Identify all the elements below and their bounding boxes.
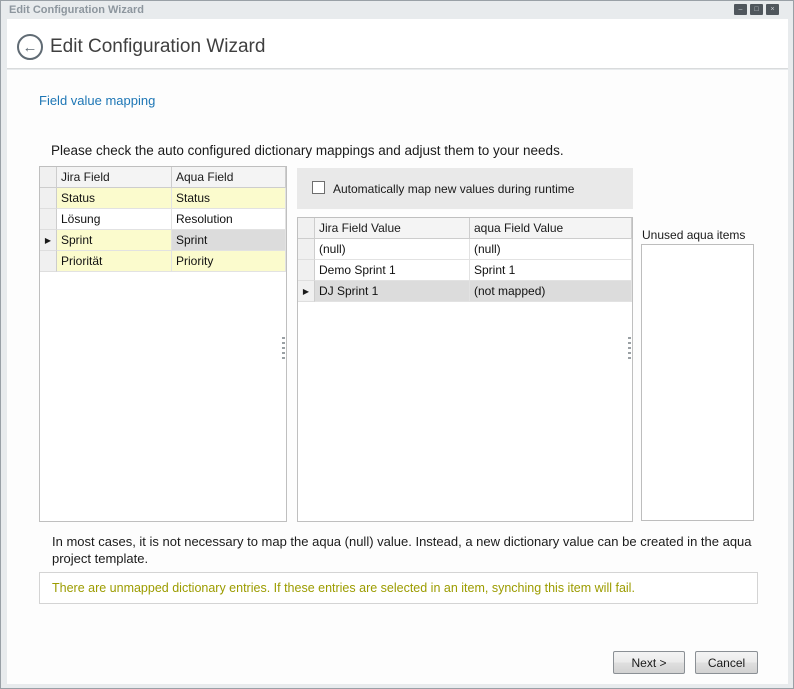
page-title: Edit Configuration Wizard (50, 36, 265, 58)
step-title: Field value mapping (39, 93, 155, 108)
jira-field-cell[interactable]: Lösung (57, 209, 172, 230)
edit-configuration-wizard-window: Edit Configuration Wizard – □ × ← Edit C… (0, 0, 794, 689)
row-selector-current[interactable]: ▶ (298, 281, 315, 302)
current-row-arrow-icon: ▶ (303, 287, 309, 296)
jira-value-cell[interactable]: DJ Sprint 1 (315, 281, 470, 302)
row-selector-current[interactable]: ▶ (40, 230, 57, 251)
warning-text: There are unmapped dictionary entries. I… (52, 581, 635, 595)
window-title: Edit Configuration Wizard (9, 4, 144, 16)
table-row[interactable]: Lösung Resolution (40, 209, 286, 230)
row-selector-header (298, 218, 315, 239)
table-row[interactable]: ▶ DJ Sprint 1 (not mapped) (298, 281, 632, 302)
current-row-arrow-icon: ▶ (45, 236, 51, 245)
column-header-aqua-field-value[interactable]: aqua Field Value (470, 218, 632, 239)
jira-value-cell[interactable]: Demo Sprint 1 (315, 260, 470, 281)
row-selector[interactable] (298, 260, 315, 281)
minimize-icon[interactable]: – (734, 4, 747, 15)
field-mapping-table: Jira Field Aqua Field Status Status Lösu… (39, 166, 287, 522)
table-row[interactable]: Priorität Priority (40, 251, 286, 272)
unused-items-listbox[interactable] (641, 244, 754, 521)
aqua-field-cell[interactable]: Priority (172, 251, 286, 272)
value-table-header-row: Jira Field Value aqua Field Value (298, 218, 632, 239)
table-row[interactable]: (null) (null) (298, 239, 632, 260)
warning-box: There are unmapped dictionary entries. I… (39, 572, 758, 604)
table-row[interactable]: ▶ Sprint Sprint (40, 230, 286, 251)
row-selector[interactable] (298, 239, 315, 260)
column-header-jira-field-value[interactable]: Jira Field Value (315, 218, 470, 239)
note-text: In most cases, it is not necessary to ma… (52, 533, 764, 567)
jira-field-cell[interactable]: Status (57, 188, 172, 209)
aqua-field-cell[interactable]: Status (172, 188, 286, 209)
vertical-scrollbar-thumb[interactable] (282, 337, 285, 361)
table-row[interactable]: Demo Sprint 1 Sprint 1 (298, 260, 632, 281)
auto-map-checkbox[interactable] (312, 181, 325, 194)
window-controls: – □ × (734, 4, 779, 15)
back-arrow-icon: ← (23, 39, 38, 56)
cancel-button[interactable]: Cancel (695, 651, 758, 674)
row-selector[interactable] (40, 209, 57, 230)
aqua-value-cell[interactable]: (not mapped) (470, 281, 632, 302)
aqua-field-cell[interactable]: Resolution (172, 209, 286, 230)
back-button[interactable]: ← (17, 34, 43, 60)
aqua-field-cell[interactable]: Sprint (172, 230, 286, 251)
maximize-icon[interactable]: □ (750, 4, 763, 15)
close-icon[interactable]: × (766, 4, 779, 15)
auto-map-checkbox-label: Automatically map new values during runt… (333, 182, 574, 196)
row-selector[interactable] (40, 251, 57, 272)
table-row[interactable]: Status Status (40, 188, 286, 209)
row-selector[interactable] (40, 188, 57, 209)
aqua-value-cell[interactable]: Sprint 1 (470, 260, 632, 281)
field-table-header-row: Jira Field Aqua Field (40, 167, 286, 188)
unused-items-label: Unused aqua items (642, 228, 745, 242)
jira-value-cell[interactable]: (null) (315, 239, 470, 260)
vertical-scrollbar-thumb[interactable] (628, 337, 631, 361)
instruction-text: Please check the auto configured diction… (51, 143, 564, 158)
column-header-aqua-field[interactable]: Aqua Field (172, 167, 286, 188)
value-mapping-table: Jira Field Value aqua Field Value (null)… (297, 217, 633, 522)
jira-field-cell[interactable]: Priorität (57, 251, 172, 272)
jira-field-cell[interactable]: Sprint (57, 230, 172, 251)
column-header-jira-field[interactable]: Jira Field (57, 167, 172, 188)
row-selector-header (40, 167, 57, 188)
runtime-mapping-panel: Automatically map new values during runt… (297, 168, 633, 209)
aqua-value-cell[interactable]: (null) (470, 239, 632, 260)
next-button[interactable]: Next > (613, 651, 685, 674)
